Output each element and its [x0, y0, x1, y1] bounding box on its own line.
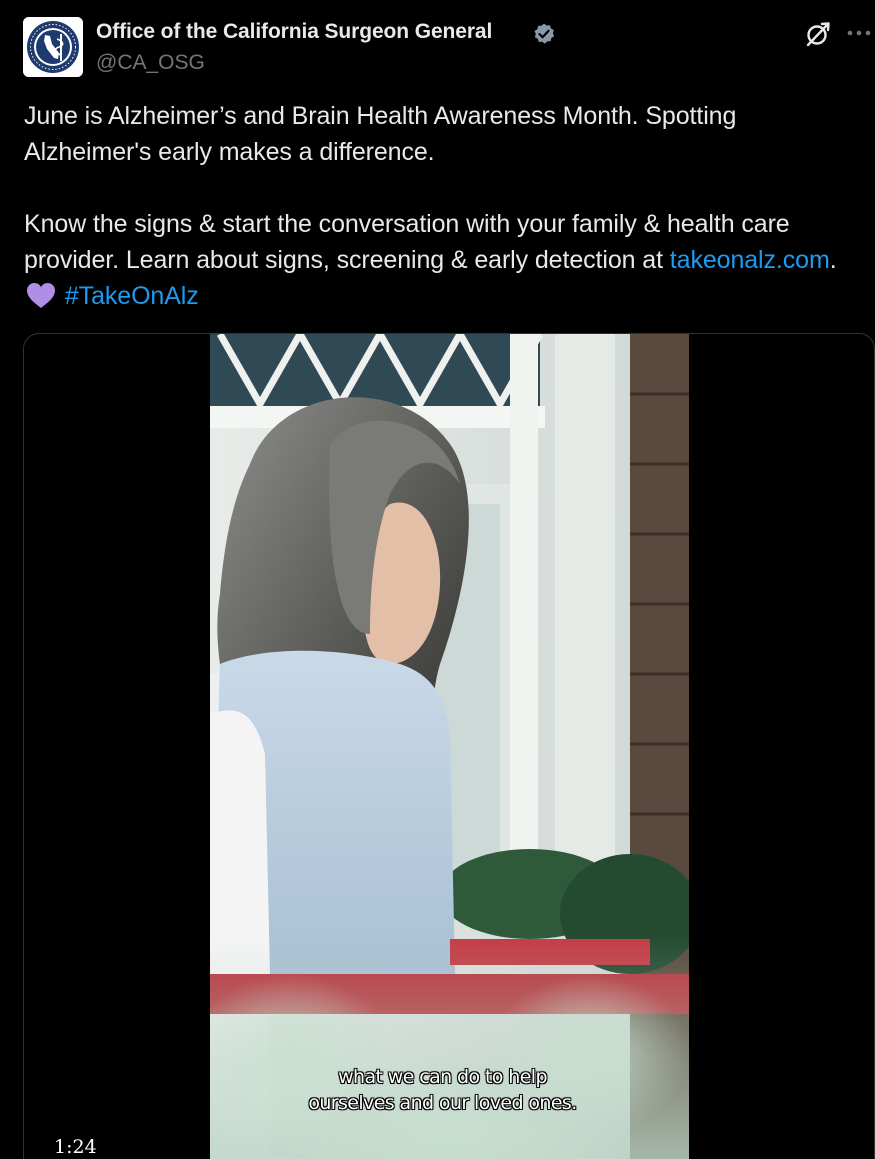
purple-heart-icon: [27, 283, 55, 308]
author-name[interactable]: Office of the California Surgeon General: [96, 20, 492, 44]
verified-badge-icon[interactable]: [532, 22, 556, 46]
hashtag-takeonalz[interactable]: #TakeOnAlz: [65, 282, 199, 310]
author-handle[interactable]: @CA_OSG: [96, 51, 205, 75]
tweet-text: June is Alzheimer’s and Brain Health Awa…: [24, 98, 854, 314]
grok-icon[interactable]: [804, 20, 832, 48]
tweet: Office of the California Surgeon General…: [0, 0, 875, 1159]
link-period: .: [829, 246, 837, 274]
video-player[interactable]: [23, 333, 875, 1159]
video-frame[interactable]: [210, 334, 689, 1159]
video-still-woman-gray-hair: [210, 334, 689, 1159]
video-duration: 1:24: [54, 1136, 97, 1158]
more-icon[interactable]: [844, 19, 874, 47]
tweet-paragraph-1: June is Alzheimer’s and Brain Health Awa…: [24, 102, 737, 166]
avatar[interactable]: [23, 17, 83, 77]
california-surgeon-general-seal-icon: [23, 17, 83, 77]
takeonalz-link[interactable]: takeonalz.com: [670, 246, 830, 274]
tweet-paragraph-2: Know the signs & start the conversation …: [24, 206, 854, 314]
